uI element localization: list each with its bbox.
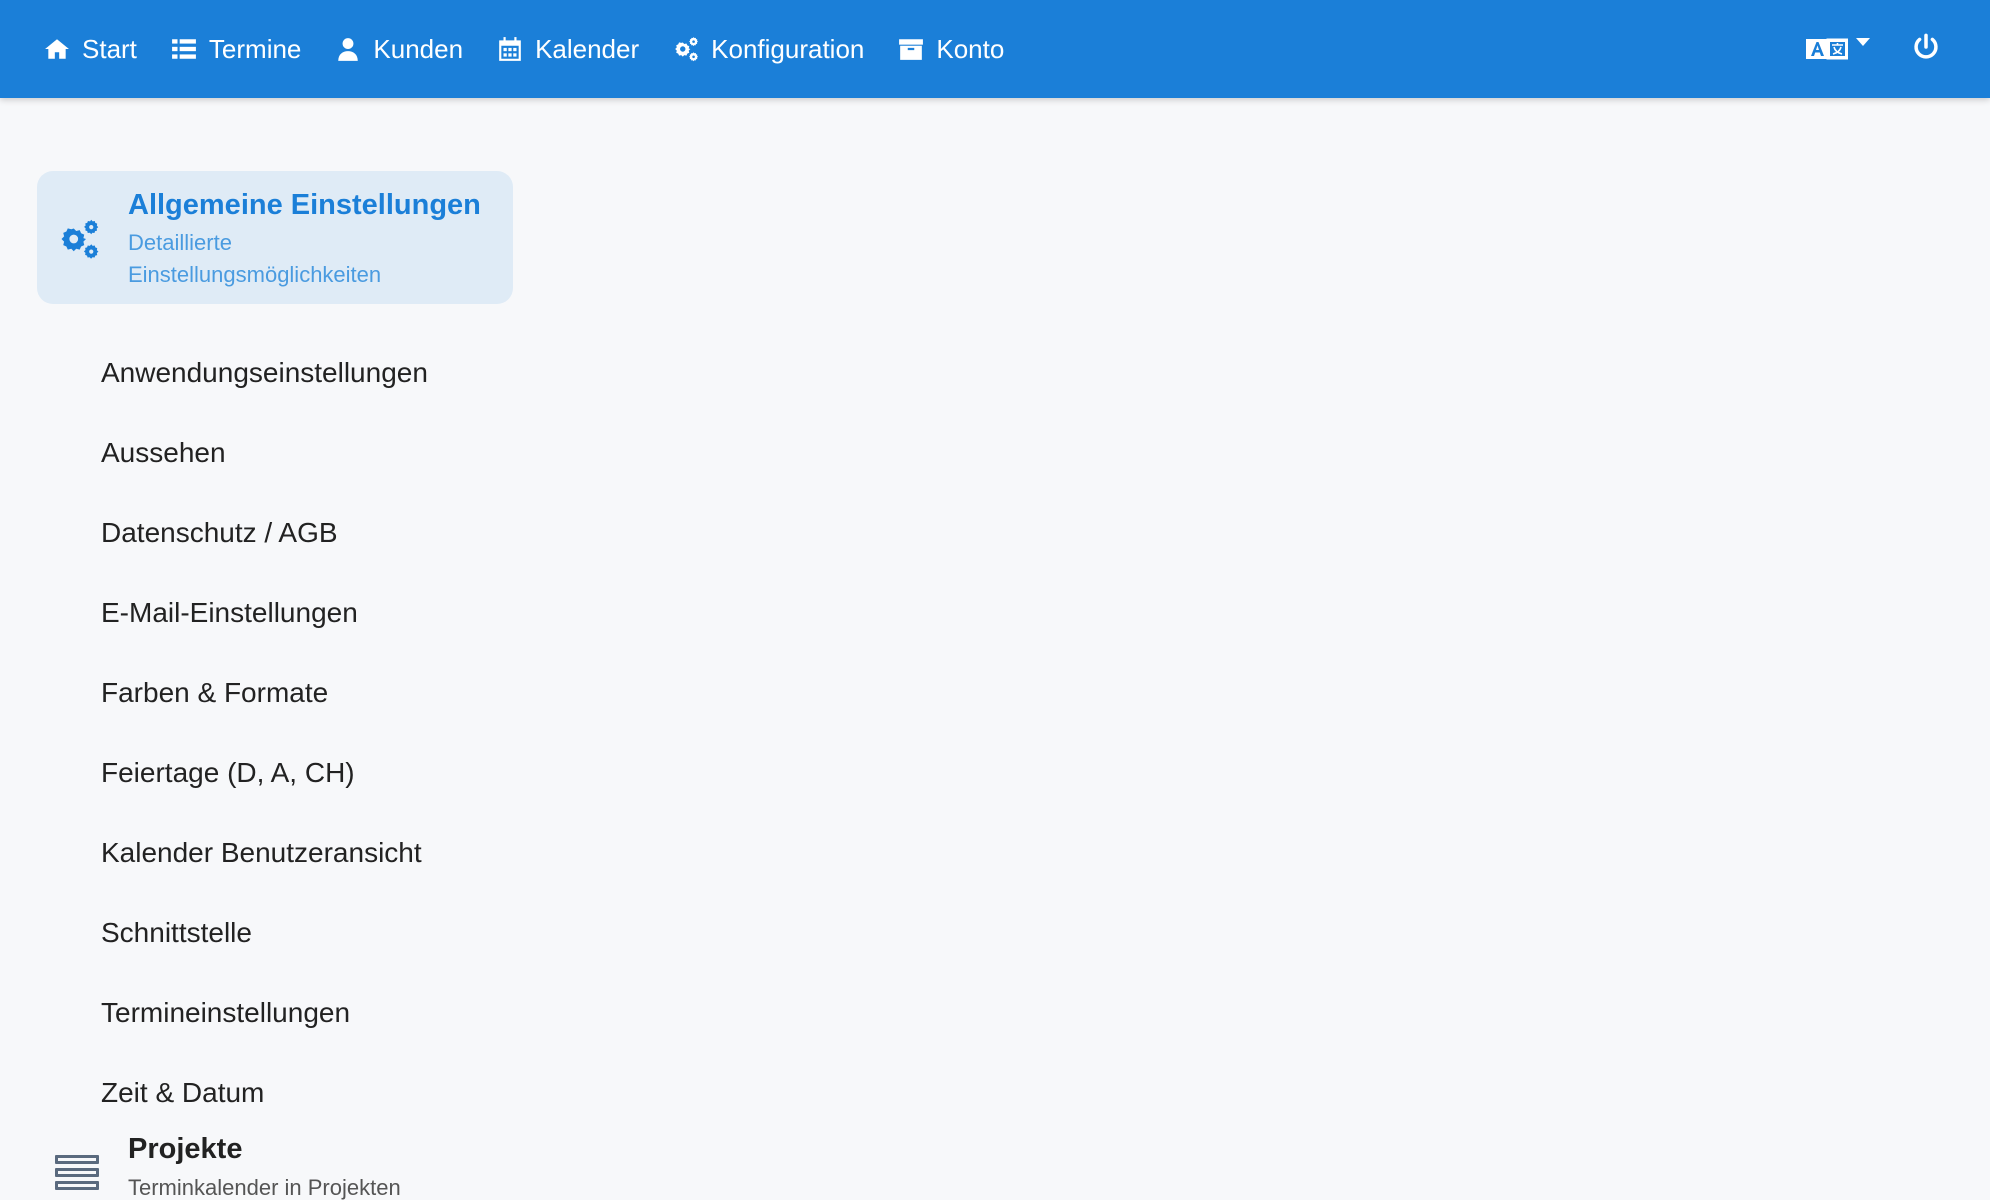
main-nav: Start Termine Kunden Kalender Konfigurat… [44, 0, 1038, 98]
menu-item-datenschutz-agb[interactable]: Datenschutz / AGB [101, 493, 501, 573]
home-icon [45, 39, 69, 59]
menu-item-email-einstellungen[interactable]: E-Mail-Einstellungen [101, 573, 501, 653]
user-icon [338, 38, 359, 61]
server-stack-icon [55, 1155, 99, 1190]
nav-right [1806, 0, 1940, 98]
nav-konfiguration[interactable]: Konfiguration [673, 0, 864, 98]
settings-menu: Anwendungseinstellungen Aussehen Datensc… [101, 333, 501, 1133]
translate-icon [1806, 38, 1848, 60]
logout-button[interactable] [1912, 33, 1940, 66]
menu-item-aussehen[interactable]: Aussehen [101, 413, 501, 493]
section-projekte-subtitle: Terminkalender in Projekten [128, 1175, 401, 1200]
nav-konto[interactable]: Konto [898, 0, 1004, 98]
gears-icon [61, 219, 99, 259]
nav-kunden-label: Kunden [373, 33, 464, 64]
menu-item-feiertage[interactable]: Feiertage (D, A, CH) [101, 733, 501, 813]
nav-konto-label: Konto [936, 33, 1005, 64]
section-allgemeine-einstellungen[interactable]: Allgemeine Einstellungen Detaillierte Ei… [37, 171, 513, 304]
calendar-icon [499, 37, 521, 61]
nav-kalender-label: Kalender [535, 33, 640, 64]
top-navbar: Start Termine Kunden Kalender Konfigurat… [0, 0, 1990, 98]
menu-item-kalender-benutzeransicht[interactable]: Kalender Benutzeransicht [101, 813, 501, 893]
settings-sidebar: Allgemeine Einstellungen Detaillierte Ei… [0, 98, 520, 1200]
menu-item-anwendungseinstellungen[interactable]: Anwendungseinstellungen [101, 333, 501, 413]
nav-start[interactable]: Start [44, 0, 137, 98]
menu-item-farben-formate[interactable]: Farben & Formate [101, 653, 501, 733]
nav-termine[interactable]: Termine [171, 0, 301, 98]
nav-termine-label: Termine [208, 33, 302, 64]
list-icon [172, 39, 196, 59]
menu-item-schnittstelle[interactable]: Schnittstelle [101, 893, 501, 973]
chevron-down-icon [1856, 38, 1870, 46]
nav-kunden[interactable]: Kunden [335, 0, 463, 98]
nav-kalender[interactable]: Kalender [497, 0, 639, 98]
nav-start-label: Start [82, 33, 137, 64]
menu-item-zeit-datum[interactable]: Zeit & Datum [101, 1053, 501, 1133]
language-dropdown[interactable] [1806, 36, 1870, 62]
nav-konfiguration-label: Konfiguration [711, 33, 865, 64]
gears-icon [675, 37, 699, 62]
section-subtitle: Detaillierte Einstellungsmöglichkeiten [128, 230, 382, 287]
section-projekte[interactable]: Projekte Terminkalender in Projekten [37, 1133, 513, 1200]
archive-icon [899, 39, 924, 60]
section-title: Allgemeine Einstellungen [128, 189, 481, 221]
power-icon [1914, 33, 1938, 59]
section-projekte-title: Projekte [128, 1133, 243, 1165]
menu-item-termineinstellungen[interactable]: Termineinstellungen [101, 973, 501, 1053]
